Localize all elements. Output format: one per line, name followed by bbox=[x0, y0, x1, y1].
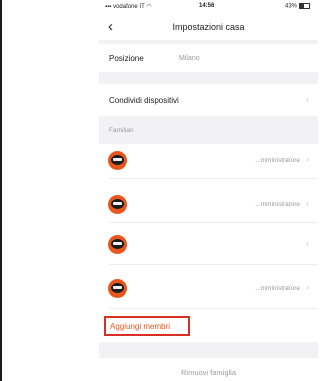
separator bbox=[109, 178, 318, 179]
battery-status: 43% bbox=[285, 3, 310, 10]
chevron-right-icon: › bbox=[306, 198, 309, 208]
share-devices-label: Condividi dispositivi bbox=[109, 96, 179, 105]
family-member-row[interactable]: › bbox=[99, 230, 318, 260]
phone-screen: ▪▪▪ vodafone IT ◠ 14:56 43% ‹ Impostazio… bbox=[99, 0, 318, 381]
member-avatar-icon bbox=[108, 195, 127, 214]
section-gap bbox=[99, 72, 318, 84]
member-role: ...mministratore bbox=[255, 157, 300, 164]
location-value: Milano bbox=[179, 55, 200, 62]
signal-icon: ▪▪▪ bbox=[105, 4, 114, 10]
chevron-right-icon: › bbox=[306, 238, 309, 248]
family-member-row[interactable]: ...mministratore › bbox=[99, 190, 318, 220]
wifi-icon: ◠ bbox=[144, 4, 152, 10]
family-section-header: Familiari bbox=[99, 116, 318, 144]
member-avatar-icon bbox=[108, 151, 127, 170]
location-label: Posizione bbox=[109, 54, 144, 63]
member-role: ...mministratore bbox=[255, 285, 300, 292]
remove-family-button[interactable]: Rimuovi famiglia bbox=[99, 368, 318, 377]
carrier-label: ▪▪▪ vodafone IT ◠ bbox=[105, 3, 152, 10]
page-title: Impostazioni casa bbox=[172, 22, 245, 32]
section-gap bbox=[99, 342, 318, 358]
family-section-label: Familiari bbox=[109, 127, 134, 134]
battery-percent: 43% bbox=[284, 3, 297, 10]
share-devices-row[interactable]: Condividi dispositivi › bbox=[99, 84, 318, 116]
battery-icon bbox=[299, 3, 310, 9]
status-time: 14:56 bbox=[199, 3, 215, 9]
status-bar: ▪▪▪ vodafone IT ◠ 14:56 43% bbox=[99, 0, 318, 14]
location-row[interactable]: Posizione Milano bbox=[99, 44, 318, 72]
add-members-button[interactable]: Aggiungi membri bbox=[110, 322, 170, 331]
member-role: ...mministratore bbox=[255, 201, 300, 208]
separator bbox=[109, 308, 318, 309]
frame-left-edge bbox=[0, 0, 2, 381]
navigation-bar: ‹ Impostazioni casa bbox=[99, 16, 318, 38]
family-member-row[interactable]: ...mministratore › bbox=[99, 146, 318, 176]
member-avatar-icon bbox=[108, 235, 127, 254]
member-avatar-icon bbox=[108, 279, 127, 298]
separator bbox=[109, 264, 318, 265]
family-member-row[interactable]: ...mministratore › bbox=[99, 274, 318, 304]
carrier-name: vodafone IT bbox=[113, 4, 145, 10]
chevron-right-icon: › bbox=[306, 282, 309, 292]
separator bbox=[109, 222, 318, 223]
chevron-right-icon: › bbox=[306, 154, 309, 164]
chevron-right-icon: › bbox=[306, 94, 309, 104]
